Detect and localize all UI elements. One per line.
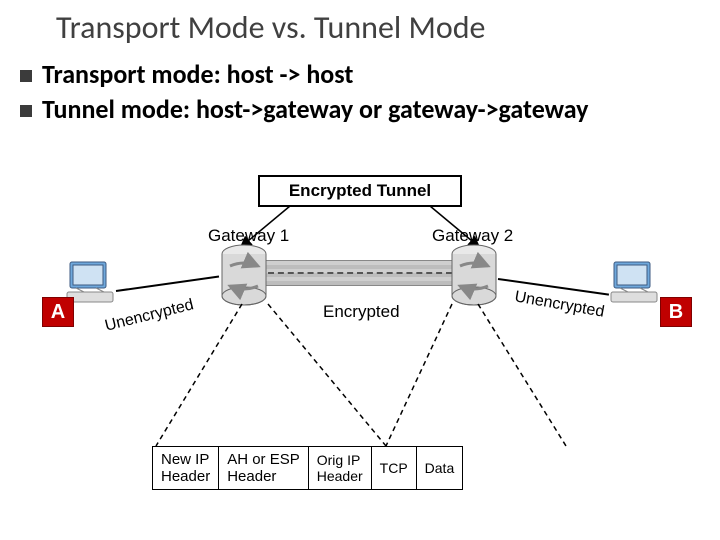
host-b-label: B	[669, 301, 683, 324]
pkt-new-ip-header: New IP Header	[152, 446, 219, 490]
host-b-icon	[610, 260, 660, 306]
packet-row: New IP Header AH or ESP Header Orig IP H…	[152, 446, 462, 490]
pkt-orig-ip-header: Orig IP Header	[308, 446, 372, 490]
packet-connectors	[140, 300, 580, 460]
list-item: Tunnel mode: host->gateway or gateway->g…	[20, 93, 700, 126]
bullet-icon	[20, 105, 32, 117]
page-title: Transport Mode vs. Tunnel Mode	[56, 8, 485, 47]
encrypted-tunnel-label: Encrypted Tunnel	[289, 181, 431, 201]
gateway1-icon	[220, 244, 268, 306]
host-a-tag: A	[42, 297, 74, 327]
host-b-tag: B	[660, 297, 692, 327]
bullet-icon	[20, 70, 32, 82]
tunnel-dashed-line	[268, 272, 452, 274]
gateway2-icon	[450, 244, 498, 306]
list-item: Transport mode: host -> host	[20, 58, 700, 91]
bullet-text: Tunnel mode: host->gateway or gateway->g…	[42, 93, 588, 126]
link-a-to-gw1	[116, 276, 219, 292]
pkt-tcp: TCP	[371, 446, 417, 490]
bullet-text: Transport mode: host -> host	[42, 58, 353, 91]
pkt-ah-esp-header: AH or ESP Header	[218, 446, 309, 490]
bullet-list: Transport mode: host -> host Tunnel mode…	[20, 58, 700, 127]
pkt-data: Data	[416, 446, 464, 490]
host-a-label: A	[51, 301, 65, 324]
